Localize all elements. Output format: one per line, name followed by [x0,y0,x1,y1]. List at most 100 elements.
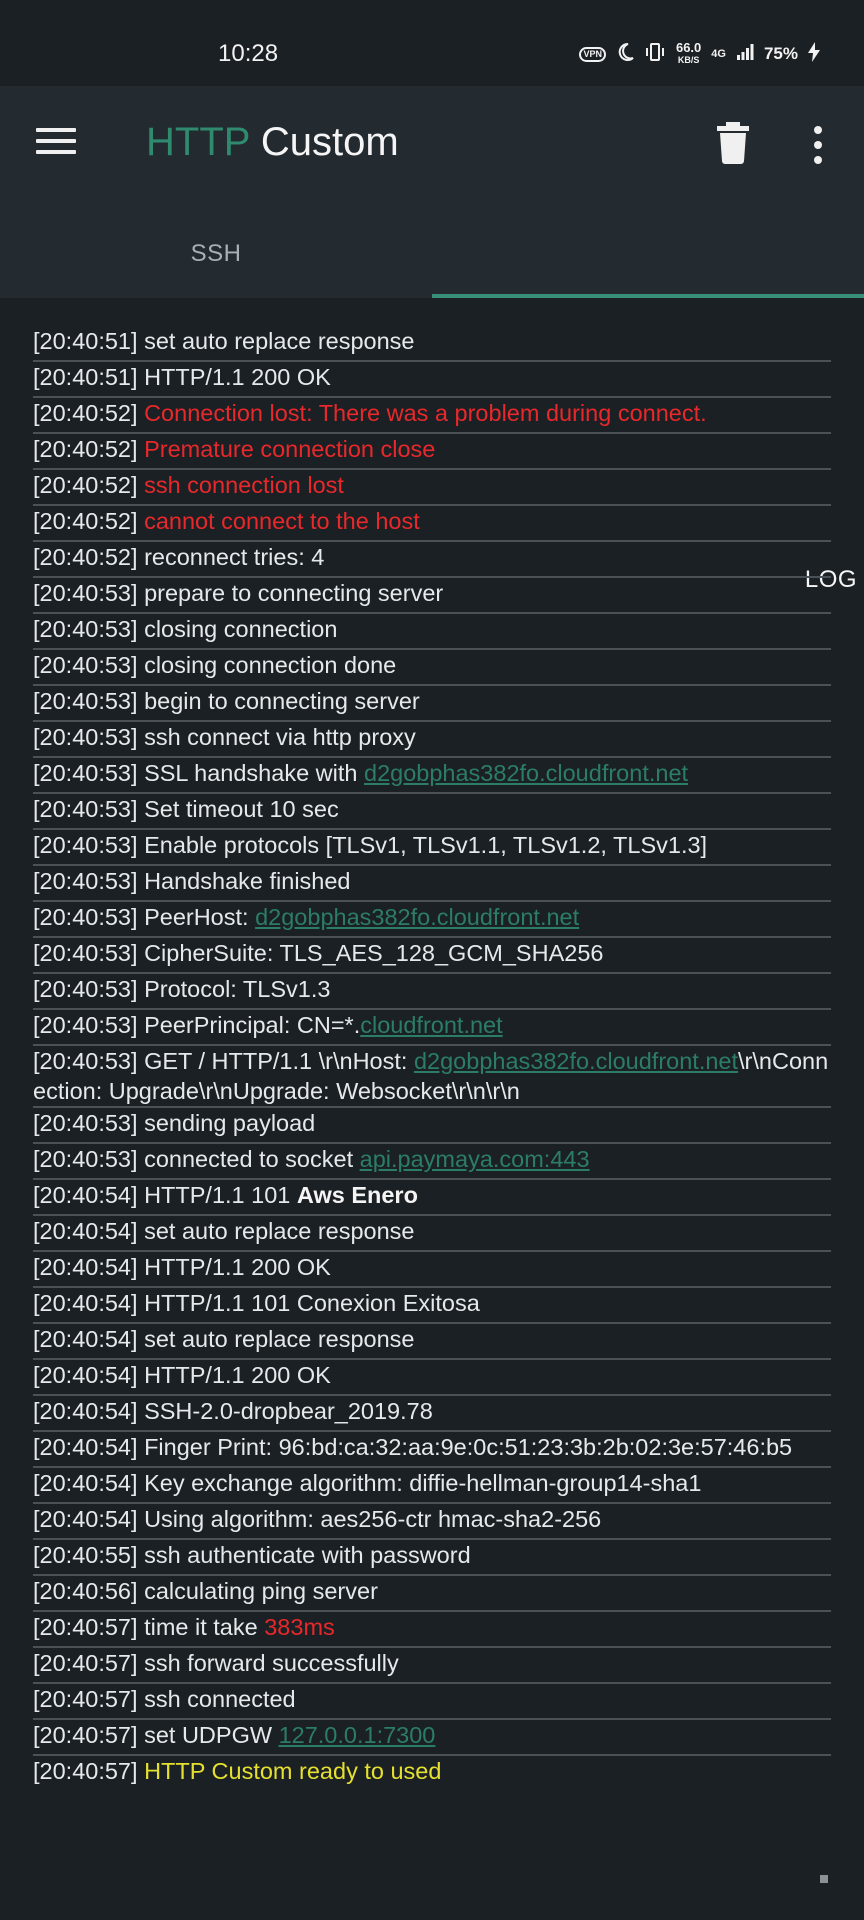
log-timestamp: [20:40:53] [33,940,138,966]
log-entry: [20:40:52] cannot connect to the host [33,506,831,542]
tab-ssh[interactable]: SSH [0,210,432,298]
log-timestamp: [20:40:53] [33,1012,138,1038]
speed-value: 66.0 [675,40,702,55]
log-entry: [20:40:53] GET / HTTP/1.1 \r\nHost: d2go… [33,1046,831,1108]
log-entry: [20:40:52] Premature connection close [33,434,831,470]
log-entry: [20:40:53] Enable protocols [TLSv1, TLSv… [33,830,831,866]
log-timestamp: [20:40:53] [33,868,138,894]
more-options-button[interactable] [806,126,830,164]
log-entry: [20:40:53] prepare to connecting server [33,578,831,614]
log-message: Enable protocols [TLSv1, TLSv1.1, TLSv1.… [137,832,708,858]
log-timestamp: [20:40:57] [33,1614,138,1640]
menu-button[interactable] [36,128,76,158]
log-timestamp: [20:40:52] [33,508,138,534]
log-message: PeerHost: [137,904,256,930]
log-entry: [20:40:57] set UDPGW 127.0.0.1:7300 [33,1720,831,1756]
log-timestamp: [20:40:51] [33,364,138,390]
log-timestamp: [20:40:54] [33,1290,138,1316]
log-timestamp: [20:40:53] [33,796,138,822]
log-entry: [20:40:53] Protocol: TLSv1.3 [33,974,831,1010]
log-message: set auto replace response [137,1218,415,1244]
log-message: HTTP/1.1 101 [137,1182,297,1208]
log-timestamp: [20:40:53] [33,652,138,678]
log-message: Using algorithm: aes256-ctr hmac-sha2-25… [137,1506,602,1532]
log-entry: [20:40:57] time it take 383ms [33,1612,831,1648]
log-entry: [20:40:53] SSL handshake with d2gobphas3… [33,758,831,794]
log-message: calculating ping server [137,1578,378,1604]
log-message: HTTP Custom ready to used [144,1758,442,1784]
log-link[interactable]: api.paymaya.com:443 [360,1146,590,1172]
log-message: set auto replace response [137,328,415,354]
tab-selected-indicator [432,294,864,298]
log-message: 383ms [264,1614,335,1640]
scroll-indicator [820,1875,828,1883]
status-icons: VPN 66.0 KB/S 4G 75% [579,40,820,68]
moon-icon [616,42,634,67]
log-entry: [20:40:51] HTTP/1.1 200 OK [33,362,831,398]
more-dot [814,141,822,149]
app-title: HTTP Custom [146,120,399,165]
log-message: set auto replace response [137,1326,415,1352]
log-entry: [20:40:54] HTTP/1.1 101 Aws Enero [33,1180,831,1216]
vpn-icon: VPN [579,46,606,62]
tab-bar: SSH LOG [0,210,864,593]
log-entry: [20:40:54] set auto replace response [33,1324,831,1360]
log-entry: [20:40:52] ssh connection lost [33,470,831,506]
log-entry: [20:40:53] ssh connect via http proxy [33,722,831,758]
log-timestamp: [20:40:54] [33,1254,138,1280]
log-message: time it take [137,1614,265,1640]
log-link[interactable]: d2gobphas382fo.cloudfront.net [414,1048,738,1074]
log-message: cannot connect to the host [144,508,420,534]
log-timestamp: [20:40:53] [33,976,138,1002]
log-timestamp: [20:40:52] [33,400,138,426]
network-speed: 66.0 KB/S [676,41,701,67]
log-message: ssh connect via http proxy [137,724,416,750]
log-entry: [20:40:53] closing connection done [33,650,831,686]
log-list[interactable]: [20:40:51] set auto replace response [20:… [33,326,831,1792]
log-message: HTTP/1.1 200 OK [137,1254,331,1280]
log-link[interactable]: d2gobphas382fo.cloudfront.net [364,760,688,786]
log-timestamp: [20:40:54] [33,1218,138,1244]
log-timestamp: [20:40:53] [33,1048,138,1074]
vibrate-icon [644,42,666,67]
log-message: ssh connection lost [144,472,344,498]
log-timestamp: [20:40:54] [33,1182,138,1208]
log-entry: [20:40:55] ssh authenticate with passwor… [33,1540,831,1576]
battery-level: 75% [763,44,798,63]
charging-icon [808,41,820,67]
log-timestamp: [20:40:52] [33,436,138,462]
log-message: ssh authenticate with password [137,1542,471,1568]
log-entry: [20:40:56] calculating ping server [33,1576,831,1612]
log-timestamp: [20:40:53] [33,904,138,930]
hamburger-icon [36,128,76,132]
log-message: ssh connected [137,1686,296,1712]
log-timestamp: [20:40:52] [33,544,138,570]
log-link[interactable]: cloudfront.net [360,1012,502,1038]
status-time: 10:28 [218,40,279,67]
clear-log-button[interactable] [716,122,750,164]
log-timestamp: [20:40:57] [33,1686,138,1712]
more-vertical-icon [814,126,822,134]
log-timestamp: [20:40:54] [33,1470,138,1496]
log-entry: [20:40:53] sending payload [33,1108,831,1144]
log-entry: [20:40:54] Using algorithm: aes256-ctr h… [33,1504,831,1540]
log-message: closing connection done [137,652,397,678]
log-timestamp: [20:40:54] [33,1362,138,1388]
log-timestamp: [20:40:53] [33,580,138,606]
log-timestamp: [20:40:57] [33,1650,138,1676]
log-message: SSH-2.0-dropbear_2019.78 [137,1398,433,1424]
log-timestamp: [20:40:53] [33,1146,138,1172]
log-entry: [20:40:57] HTTP Custom ready to used [33,1756,831,1792]
log-entry: [20:40:53] connected to socket api.payma… [33,1144,831,1180]
log-message: HTTP/1.1 200 OK [137,364,331,390]
log-entry: [20:40:54] HTTP/1.1 200 OK [33,1360,831,1396]
log-entry: [20:40:53] CipherSuite: TLS_AES_128_GCM_… [33,938,831,974]
log-message: Connection lost: There was a problem dur… [144,400,707,426]
log-link[interactable]: 127.0.0.1:7300 [279,1722,436,1748]
log-message: HTTP/1.1 101 Conexion Exitosa [137,1290,480,1316]
log-timestamp: [20:40:56] [33,1578,138,1604]
log-message: Handshake finished [137,868,351,894]
log-message: ssh forward successfully [137,1650,399,1676]
signal-icon [736,43,754,66]
log-link[interactable]: d2gobphas382fo.cloudfront.net [255,904,579,930]
